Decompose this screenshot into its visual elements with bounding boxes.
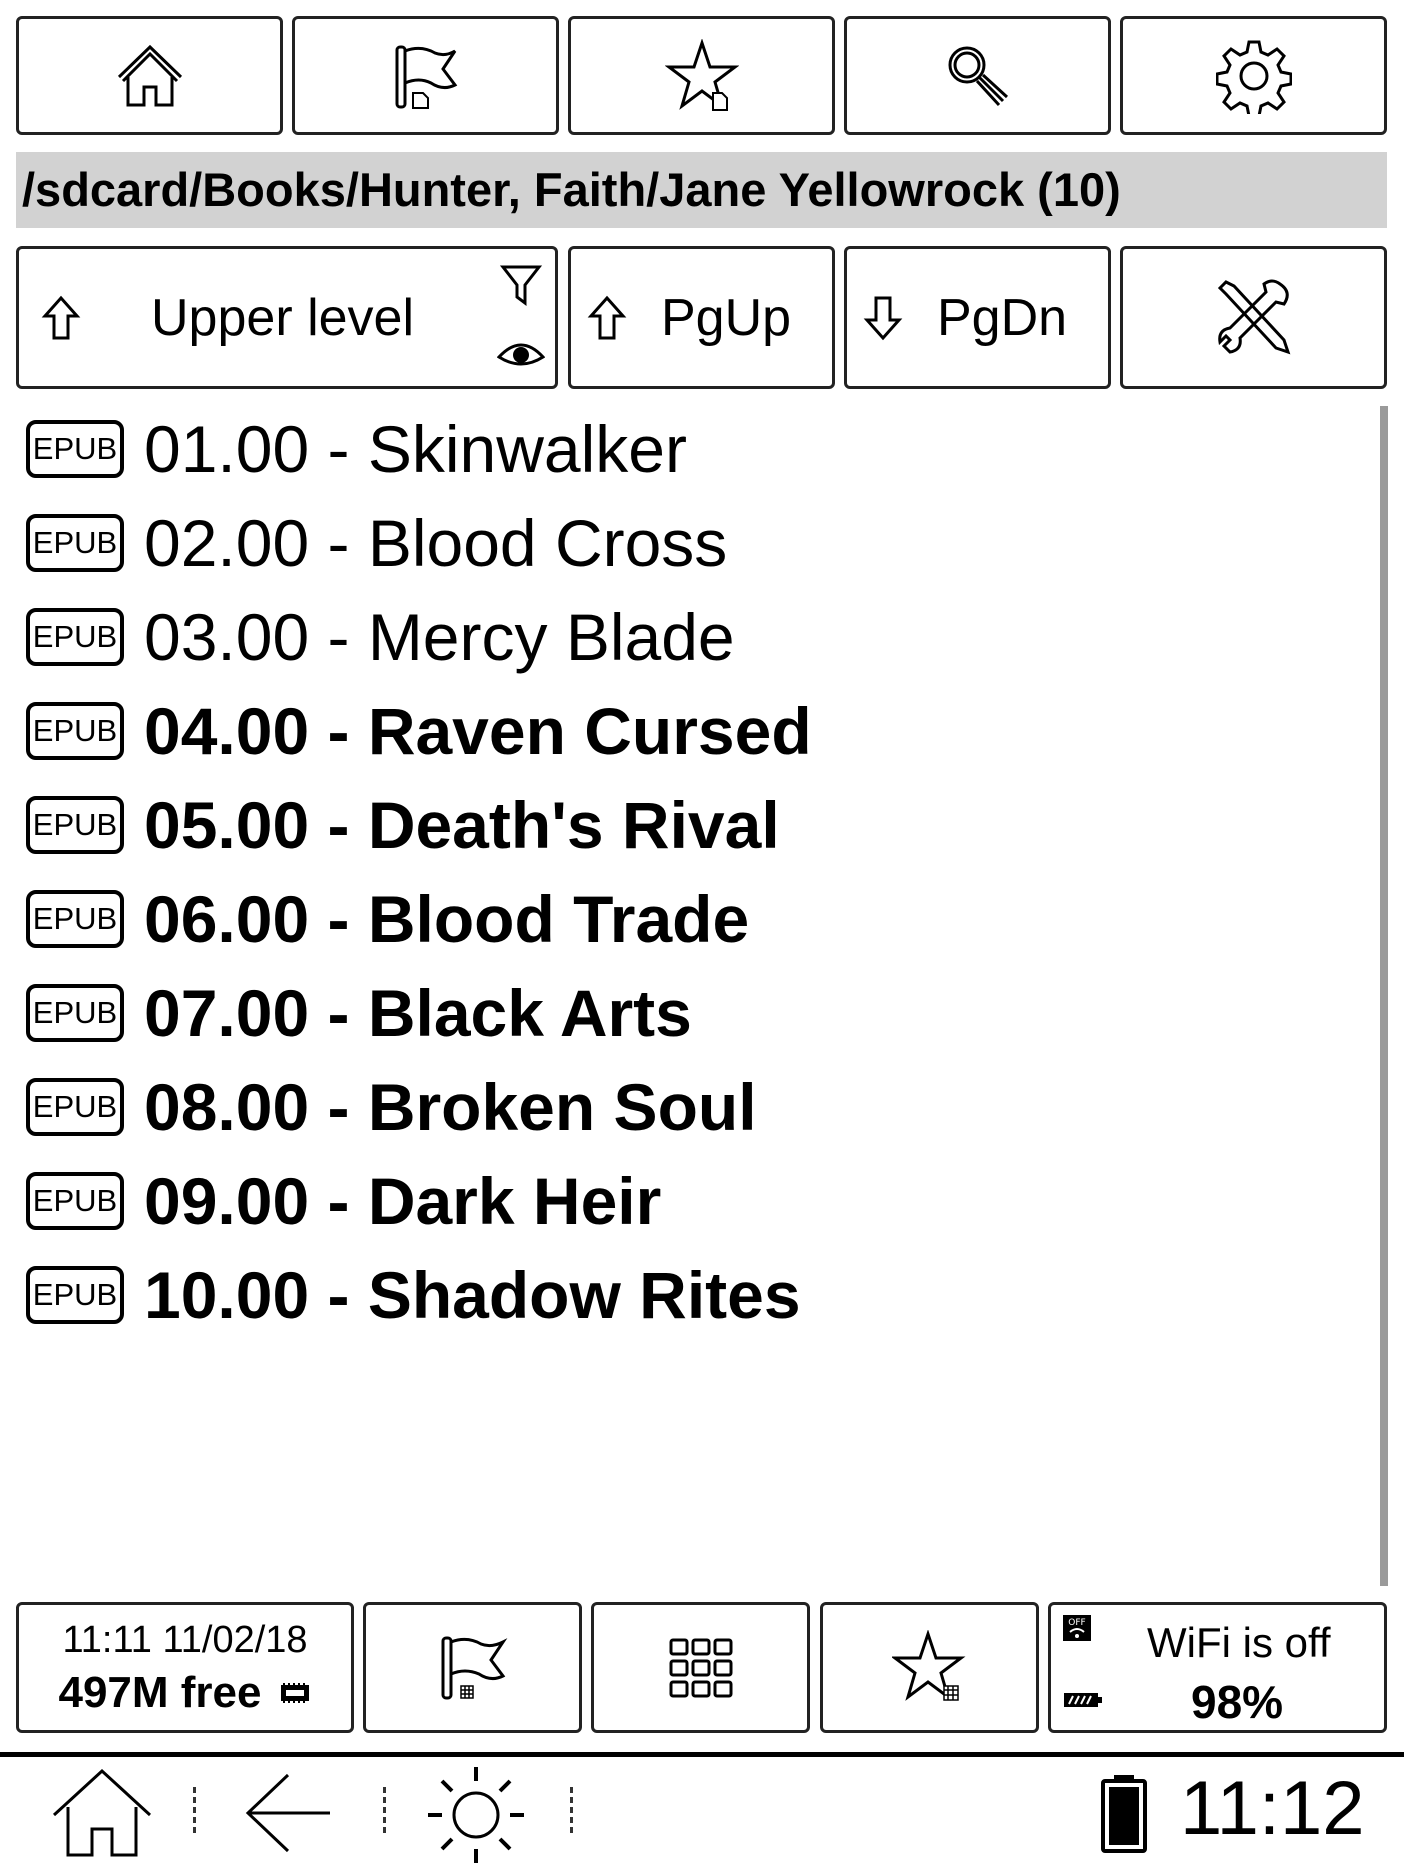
file-item[interactable]: EPUB 03.00 - Mercy Blade (24, 600, 1364, 694)
home-icon[interactable] (50, 1767, 154, 1861)
search-icon (948, 46, 1008, 106)
brightness-icon[interactable] (424, 1763, 528, 1867)
page-up-label: PgUp (661, 288, 792, 347)
file-item[interactable]: EPUB 06.00 - Blood Trade (24, 882, 1364, 976)
search-button[interactable] (844, 16, 1111, 135)
file-title: 08.00 - Broken Soul (144, 1070, 757, 1144)
free-space-text: 497M free (58, 1667, 262, 1717)
back-arrow-icon[interactable] (244, 1771, 334, 1855)
current-path: /sdcard/Books/Hunter, Faith/Jane Yellowr… (16, 152, 1387, 228)
upper-level-button[interactable]: Upper level (16, 246, 558, 389)
recent-favorites-button[interactable] (820, 1602, 1039, 1733)
separator (383, 1787, 386, 1833)
file-item[interactable]: EPUB 05.00 - Death's Rival (24, 788, 1364, 882)
system-clock: 11:12 (1180, 1766, 1365, 1851)
file-title: 03.00 - Mercy Blade (144, 600, 735, 674)
arrow-down-icon (863, 296, 903, 340)
page-down-button[interactable]: PgDn (844, 246, 1111, 389)
separator (570, 1787, 573, 1833)
flag-document-icon (395, 45, 457, 109)
file-title: 06.00 - Blood Trade (144, 882, 750, 956)
scrollbar[interactable] (1380, 406, 1388, 1586)
wifi-battery-status[interactable]: OFF WiFi is off 98% (1048, 1602, 1387, 1733)
epub-badge: EPUB (26, 420, 124, 478)
epub-badge: EPUB (26, 1172, 124, 1230)
wifi-status-text: WiFi is off (1147, 1619, 1331, 1666)
grid-icon (669, 1638, 732, 1697)
upper-level-label: Upper level (151, 288, 415, 347)
gear-icon (1215, 40, 1292, 114)
datetime-memory-status[interactable]: 11:11 11/02/18 497M free (16, 1602, 354, 1733)
file-title: 02.00 - Blood Cross (144, 506, 728, 580)
epub-badge: EPUB (26, 702, 124, 760)
page-down-label: PgDn (937, 288, 1068, 347)
tools-button[interactable] (1120, 246, 1387, 389)
arrow-up-icon (587, 295, 627, 339)
file-item[interactable]: EPUB 08.00 - Broken Soul (24, 1070, 1364, 1164)
epub-badge: EPUB (26, 608, 124, 666)
file-item[interactable]: EPUB 07.00 - Black Arts (24, 976, 1364, 1070)
datetime-text: 11:11 11/02/18 (62, 1618, 308, 1661)
file-item[interactable]: EPUB 04.00 - Raven Cursed (24, 694, 1364, 788)
file-title: 04.00 - Raven Cursed (144, 694, 812, 768)
file-item[interactable]: EPUB 01.00 - Skinwalker (24, 412, 1364, 506)
arrow-up-icon (41, 295, 81, 339)
eye-icon (497, 343, 545, 366)
wifi-off-icon: OFF (1063, 1615, 1091, 1641)
settings-button[interactable] (1120, 16, 1387, 135)
epub-badge: EPUB (26, 984, 124, 1042)
battery-icon (1064, 1693, 1102, 1707)
memory-chip-icon (280, 1682, 309, 1703)
separator (193, 1787, 196, 1833)
file-item[interactable]: EPUB 09.00 - Dark Heir (24, 1164, 1364, 1258)
file-title: 10.00 - Shadow Rites (144, 1258, 801, 1332)
file-title: 05.00 - Death's Rival (144, 788, 780, 862)
system-bar: 11:12 (0, 1757, 1404, 1872)
apps-grid-button[interactable] (591, 1602, 810, 1733)
star-grid-icon (891, 1629, 965, 1701)
battery-icon (1101, 1775, 1147, 1853)
star-document-icon (664, 38, 739, 111)
bookmarks-button[interactable] (292, 16, 559, 135)
home-button[interactable] (16, 16, 283, 135)
tools-icon (1217, 279, 1290, 354)
file-title: 01.00 - Skinwalker (144, 412, 687, 486)
file-item[interactable]: EPUB 10.00 - Shadow Rites (24, 1258, 1364, 1352)
epub-badge: EPUB (26, 1266, 124, 1324)
epub-badge: EPUB (26, 1078, 124, 1136)
flag-grid-icon (441, 1636, 507, 1699)
epub-badge: EPUB (26, 890, 124, 948)
file-title: 07.00 - Black Arts (144, 976, 692, 1050)
battery-percent-text: 98% (1191, 1676, 1284, 1728)
recent-bookmarks-button[interactable] (363, 1602, 582, 1733)
file-title: 09.00 - Dark Heir (144, 1164, 662, 1238)
favorites-button[interactable] (568, 16, 835, 135)
svg-text:OFF: OFF (1068, 1618, 1085, 1628)
page-up-button[interactable]: PgUp (568, 246, 835, 389)
home-icon (117, 44, 182, 106)
filter-icon (499, 265, 543, 306)
epub-badge: EPUB (26, 796, 124, 854)
epub-badge: EPUB (26, 514, 124, 572)
file-item[interactable]: EPUB 02.00 - Blood Cross (24, 506, 1364, 600)
